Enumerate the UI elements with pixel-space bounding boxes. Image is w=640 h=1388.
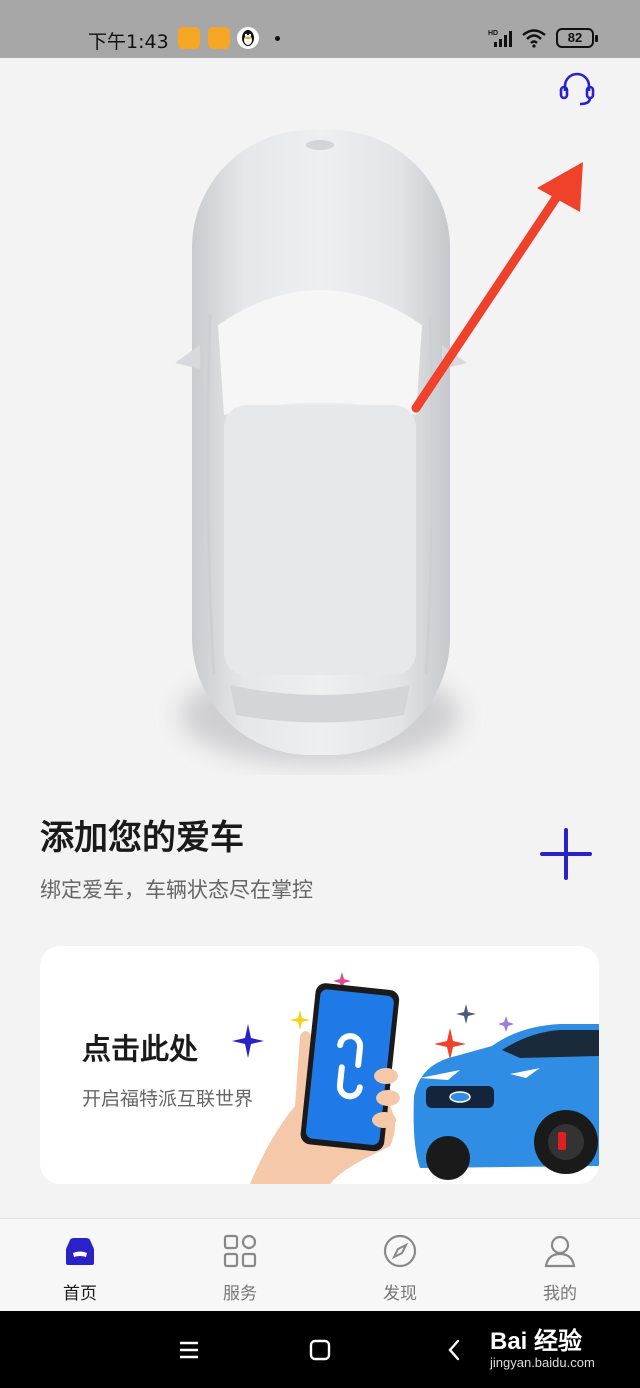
menu-icon <box>180 1341 198 1359</box>
home-button[interactable] <box>307 1337 333 1363</box>
car-icon <box>66 1238 94 1265</box>
phone-car-illustration <box>232 972 599 1184</box>
tab-discover[interactable]: 发现 <box>320 1219 480 1312</box>
status-bar: 下午1:43 HD 82 <box>0 0 640 58</box>
watermark-url-text: jingyan.baidu.com <box>490 1355 595 1370</box>
notification-app-icon <box>178 27 200 49</box>
qq-icon <box>237 27 259 49</box>
svg-text:HD: HD <box>488 30 498 37</box>
user-icon <box>544 1235 576 1268</box>
watermark-main-text: Bai 经验 <box>490 1328 583 1355</box>
grid-icon <box>223 1234 257 1268</box>
back-button[interactable] <box>442 1337 468 1363</box>
annotation-arrow <box>411 162 583 413</box>
tab-services-label: 服务 <box>223 1284 257 1304</box>
bottom-tab-bar: 首页 服务 发现 我的 <box>0 1218 640 1311</box>
menu-button[interactable] <box>176 1337 202 1363</box>
tab-mine-label: 我的 <box>543 1284 577 1304</box>
tab-services[interactable]: 服务 <box>160 1219 320 1312</box>
compass-icon <box>383 1234 417 1268</box>
tab-discover-label: 发现 <box>383 1284 417 1304</box>
promo-card-title: 点击此处 <box>82 1032 199 1066</box>
baidu-watermark: Bai 经验 jingyan.baidu.com <box>490 1317 630 1377</box>
headset-icon <box>559 72 595 106</box>
plus-icon <box>540 828 592 880</box>
connect-promo-card[interactable]: 点击此处 开启福特派互联世界 <box>40 946 599 1184</box>
add-car-title: 添加您的爱车 <box>40 818 244 858</box>
square-icon <box>309 1339 331 1361</box>
status-time: 下午1:43 <box>88 31 169 53</box>
tab-mine[interactable]: 我的 <box>480 1219 640 1312</box>
notification-dot <box>275 36 280 41</box>
signal-icon: HD <box>488 28 516 52</box>
wifi-icon <box>521 28 547 52</box>
tab-home-label: 首页 <box>63 1284 97 1304</box>
add-car-subtitle: 绑定爱车，车辆状态尽在掌控 <box>40 878 313 902</box>
notification-app-icon <box>208 27 230 49</box>
battery-indicator: 82 <box>556 28 598 48</box>
back-chevron-icon <box>448 1339 460 1361</box>
tab-home[interactable]: 首页 <box>0 1219 160 1312</box>
customer-support-button[interactable] <box>556 70 598 110</box>
add-car-button[interactable] <box>538 826 594 882</box>
system-navigation-bar: Bai 经验 jingyan.baidu.com <box>0 1311 640 1388</box>
